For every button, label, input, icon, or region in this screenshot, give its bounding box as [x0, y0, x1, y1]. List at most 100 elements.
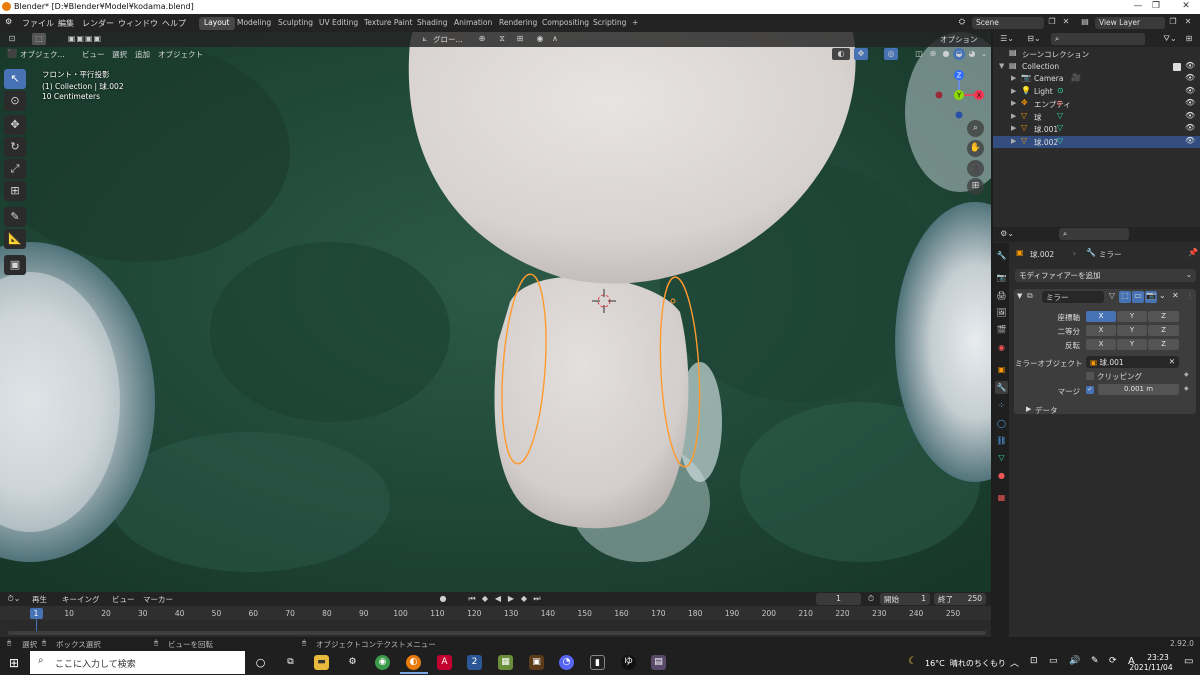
ortho-grid-icon[interactable]: ⊞: [967, 178, 984, 195]
keyframe-dot-icon[interactable]: ◆: [1184, 385, 1189, 392]
viewport-menu-object[interactable]: オブジェクト: [158, 49, 203, 60]
object-data-icon[interactable]: ▽: [1057, 136, 1063, 145]
viewport-menu-select[interactable]: 選択: [112, 49, 127, 60]
end-frame-field[interactable]: 終了 250: [934, 593, 986, 605]
shading-options-icon[interactable]: ⌄: [979, 48, 989, 60]
minimize-button[interactable]: —: [1132, 1, 1144, 11]
blender-taskbar-icon[interactable]: ◐: [406, 655, 421, 670]
timeline-menu-playback[interactable]: 再生: [32, 594, 47, 605]
proportional-edit-icon[interactable]: ◉: [533, 33, 547, 45]
scale-tool-icon[interactable]: ⤢: [4, 159, 26, 179]
rendered-shading-icon[interactable]: ◕: [966, 48, 978, 60]
chrome-icon[interactable]: ◉: [375, 655, 390, 670]
new-scene-icon[interactable]: ❐: [1046, 16, 1058, 28]
visibility-eye-icon[interactable]: 👁: [1185, 98, 1195, 107]
angular-icon[interactable]: A: [437, 655, 452, 670]
outliner-search-input[interactable]: ⌕: [1051, 33, 1145, 45]
minecraft-icon[interactable]: ▦: [498, 655, 513, 670]
tab-sculpting[interactable]: Sculpting: [273, 17, 318, 30]
expand-arrow-icon[interactable]: ▶: [1011, 99, 1016, 107]
rotate-tool-icon[interactable]: ↻: [4, 137, 26, 157]
file-explorer-icon[interactable]: ▬: [314, 655, 329, 670]
menu-edit[interactable]: 編集: [58, 18, 74, 29]
camera-data-icon[interactable]: 🎥: [1071, 73, 1081, 82]
app-dark-icon[interactable]: ▣: [529, 655, 544, 670]
view-layer-icon[interactable]: ▤: [1078, 16, 1092, 28]
remove-modifier-icon[interactable]: ✕: [1172, 291, 1179, 300]
task-view-icon[interactable]: ⧉: [283, 655, 298, 670]
play-reverse-icon[interactable]: ◀: [492, 593, 504, 605]
view-layer-tab-icon[interactable]: 🖼: [995, 306, 1008, 319]
yukkuri-icon[interactable]: ゆ: [621, 655, 636, 670]
select-mode-icons[interactable]: ▣▣▣▣: [55, 33, 115, 45]
expand-arrow-icon[interactable]: ▶: [1011, 74, 1016, 82]
falloff-icon[interactable]: ∧: [549, 33, 561, 45]
expand-arrow-icon[interactable]: ▶: [1011, 137, 1016, 145]
clear-field-icon[interactable]: ✕: [1169, 357, 1175, 366]
outliner-item-0[interactable]: ▼ ▤ Collection 👁: [993, 61, 1200, 73]
pan-hand-icon[interactable]: ✋: [967, 140, 984, 157]
taskbar-search-box[interactable]: ⌕ ここに入力して検索: [30, 651, 245, 674]
view-layer-field[interactable]: View Layer: [1095, 17, 1165, 29]
delete-scene-icon[interactable]: ✕: [1060, 16, 1072, 28]
visibility-eye-icon[interactable]: 👁: [1185, 123, 1195, 132]
menu-render[interactable]: レンダー: [82, 18, 114, 29]
overlay-toggle-icon[interactable]: ◎: [884, 48, 898, 60]
blender-menu-icon[interactable]: ⚙: [5, 17, 12, 26]
cursor-tool-icon[interactable]: ⊙: [4, 91, 26, 111]
app-2d-icon[interactable]: 2: [467, 655, 482, 670]
expand-arrow-icon[interactable]: ▼: [999, 62, 1004, 70]
axis-z-toggle[interactable]: Z: [1148, 311, 1179, 322]
bisect-x-toggle[interactable]: X: [1086, 325, 1116, 336]
new-collection-icon[interactable]: ⊞: [1183, 33, 1195, 45]
menu-window[interactable]: ウィンドウ: [118, 18, 158, 29]
data-subpanel-label[interactable]: データ: [1035, 405, 1058, 416]
object-data-icon[interactable]: ⧄: [1057, 98, 1062, 108]
select-box-tool-icon[interactable]: ↖: [4, 69, 26, 89]
object-data-icon[interactable]: ⊙: [1057, 86, 1064, 95]
modifier-name-field[interactable]: ミラー: [1042, 291, 1104, 303]
clipping-checkbox[interactable]: [1086, 372, 1094, 380]
tray-sync-icon[interactable]: ⟳: [1109, 656, 1117, 666]
orientation-icon[interactable]: ⟀: [419, 33, 431, 45]
world-tab-icon[interactable]: ◉: [995, 341, 1008, 354]
snap-target-icon[interactable]: ⊞: [513, 33, 527, 45]
menu-file[interactable]: ファイル: [22, 18, 54, 29]
material-tab-icon[interactable]: ●: [995, 469, 1008, 482]
gizmo-toggle-icon[interactable]: ✥: [854, 48, 868, 60]
transform-orientation-dropdown[interactable]: グロー...: [433, 34, 463, 45]
outliner-item-1[interactable]: ▶ 📷 Camera 👁 🎥: [993, 73, 1200, 85]
next-keyframe-icon[interactable]: ◆: [518, 593, 530, 605]
collection-checkbox[interactable]: [1173, 62, 1181, 71]
xray-icon[interactable]: ◫: [913, 48, 925, 60]
weather-moon-icon[interactable]: ☾: [908, 656, 917, 667]
keyframe-dot-icon[interactable]: ◆: [1184, 371, 1189, 378]
clock-date[interactable]: 2021/11/04: [1126, 663, 1176, 672]
display-mode-icon[interactable]: ⊟⌄: [1025, 33, 1043, 45]
outliner-item-4[interactable]: ▶ ▽ 球 👁 ▽: [993, 111, 1200, 123]
particles-tab-icon[interactable]: ⁘: [995, 399, 1008, 412]
viewport-menu-view[interactable]: ビュー: [82, 49, 105, 60]
object-data-icon[interactable]: ▽: [1057, 111, 1063, 120]
outliner-item-5[interactable]: ▶ ▽ 球.001 👁 ▽: [993, 123, 1200, 135]
solid-shading-icon[interactable]: ●: [940, 48, 952, 60]
notification-icon[interactable]: ▭: [1184, 656, 1193, 667]
timeline-scrollbar[interactable]: [8, 631, 986, 635]
properties-editor-icon[interactable]: ⚙⌄: [997, 228, 1017, 240]
visibility-eye-icon[interactable]: 👁: [1185, 136, 1195, 145]
object-mode-icon[interactable]: ⬛: [6, 48, 18, 60]
cortana-icon[interactable]: ○: [253, 655, 268, 670]
weather-text[interactable]: 16°C 晴れのちくもり: [925, 658, 1006, 669]
preview-range-icon[interactable]: ⏱: [865, 593, 877, 605]
tab-modeling[interactable]: Modeling: [232, 17, 276, 30]
merge-checkbox-checked[interactable]: ✓: [1086, 386, 1094, 394]
expand-arrow-icon[interactable]: ▶: [1011, 124, 1016, 132]
flip-z-toggle[interactable]: Z: [1148, 339, 1179, 350]
object-data-icon[interactable]: ▽: [1057, 123, 1063, 132]
viewport-toggle-icon[interactable]: ▭: [1132, 291, 1144, 303]
add-workspace-button[interactable]: +: [627, 17, 643, 30]
delete-view-layer-icon[interactable]: ✕: [1182, 16, 1194, 28]
edit-mode-toggle-icon[interactable]: ▽: [1106, 291, 1118, 303]
settings-icon[interactable]: ⚙: [345, 655, 360, 670]
timeline-menu-view[interactable]: ビュー: [112, 594, 135, 605]
